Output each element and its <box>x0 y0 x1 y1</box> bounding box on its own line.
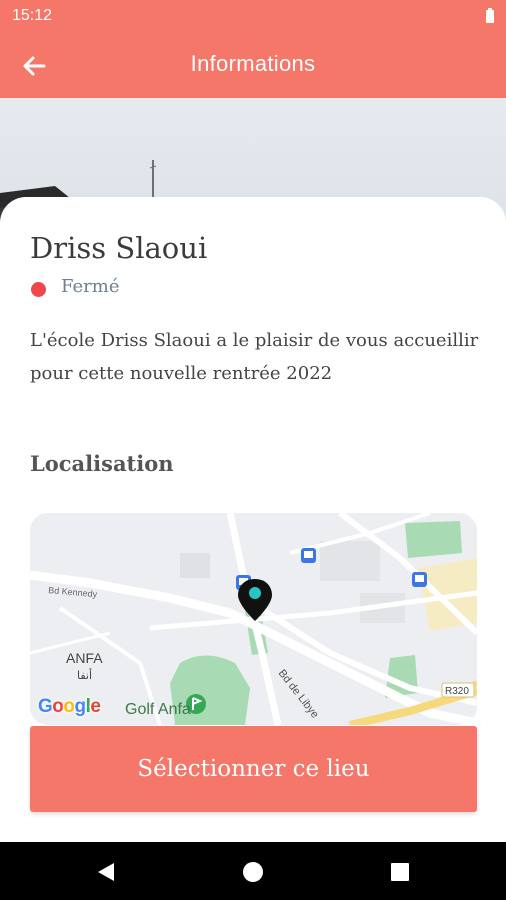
nav-recents-icon[interactable] <box>388 860 412 884</box>
app-bar: Informations <box>0 32 506 98</box>
google-logo: Google <box>38 696 101 717</box>
status-label: Fermé <box>61 276 120 297</box>
select-location-button[interactable]: Sélectionner ce lieu <box>30 726 477 812</box>
bus-stop-icon <box>412 572 427 587</box>
page-title: Informations <box>190 51 316 76</box>
school-description: L'école Driss Slaoui a le plaisir de vou… <box>30 330 479 384</box>
district-label: ANFA <box>66 650 103 666</box>
battery-icon <box>486 8 494 23</box>
district-label-ar: أنفا <box>77 668 92 682</box>
navigation-bar <box>0 842 506 900</box>
location-section-title: Localisation <box>30 451 174 476</box>
status-time: 15:12 <box>12 7 53 24</box>
bus-stop-icon <box>301 548 316 563</box>
school-name: Driss Slaoui <box>30 231 208 265</box>
map-background: Bd Kennedy Bd de Libye R320 ANFA أنفا Go… <box>30 513 477 725</box>
nav-back-icon[interactable] <box>94 860 118 884</box>
status-bar: 15:12 <box>0 0 506 32</box>
location-map[interactable]: Bd Kennedy Bd de Libye R320 ANFA أنفا Go… <box>30 513 477 725</box>
poi-label-golf: Golf Anfa <box>125 701 191 718</box>
road-code-label: R320 <box>445 686 469 697</box>
nav-home-icon[interactable] <box>241 860 265 884</box>
status-dot-icon <box>31 282 46 297</box>
